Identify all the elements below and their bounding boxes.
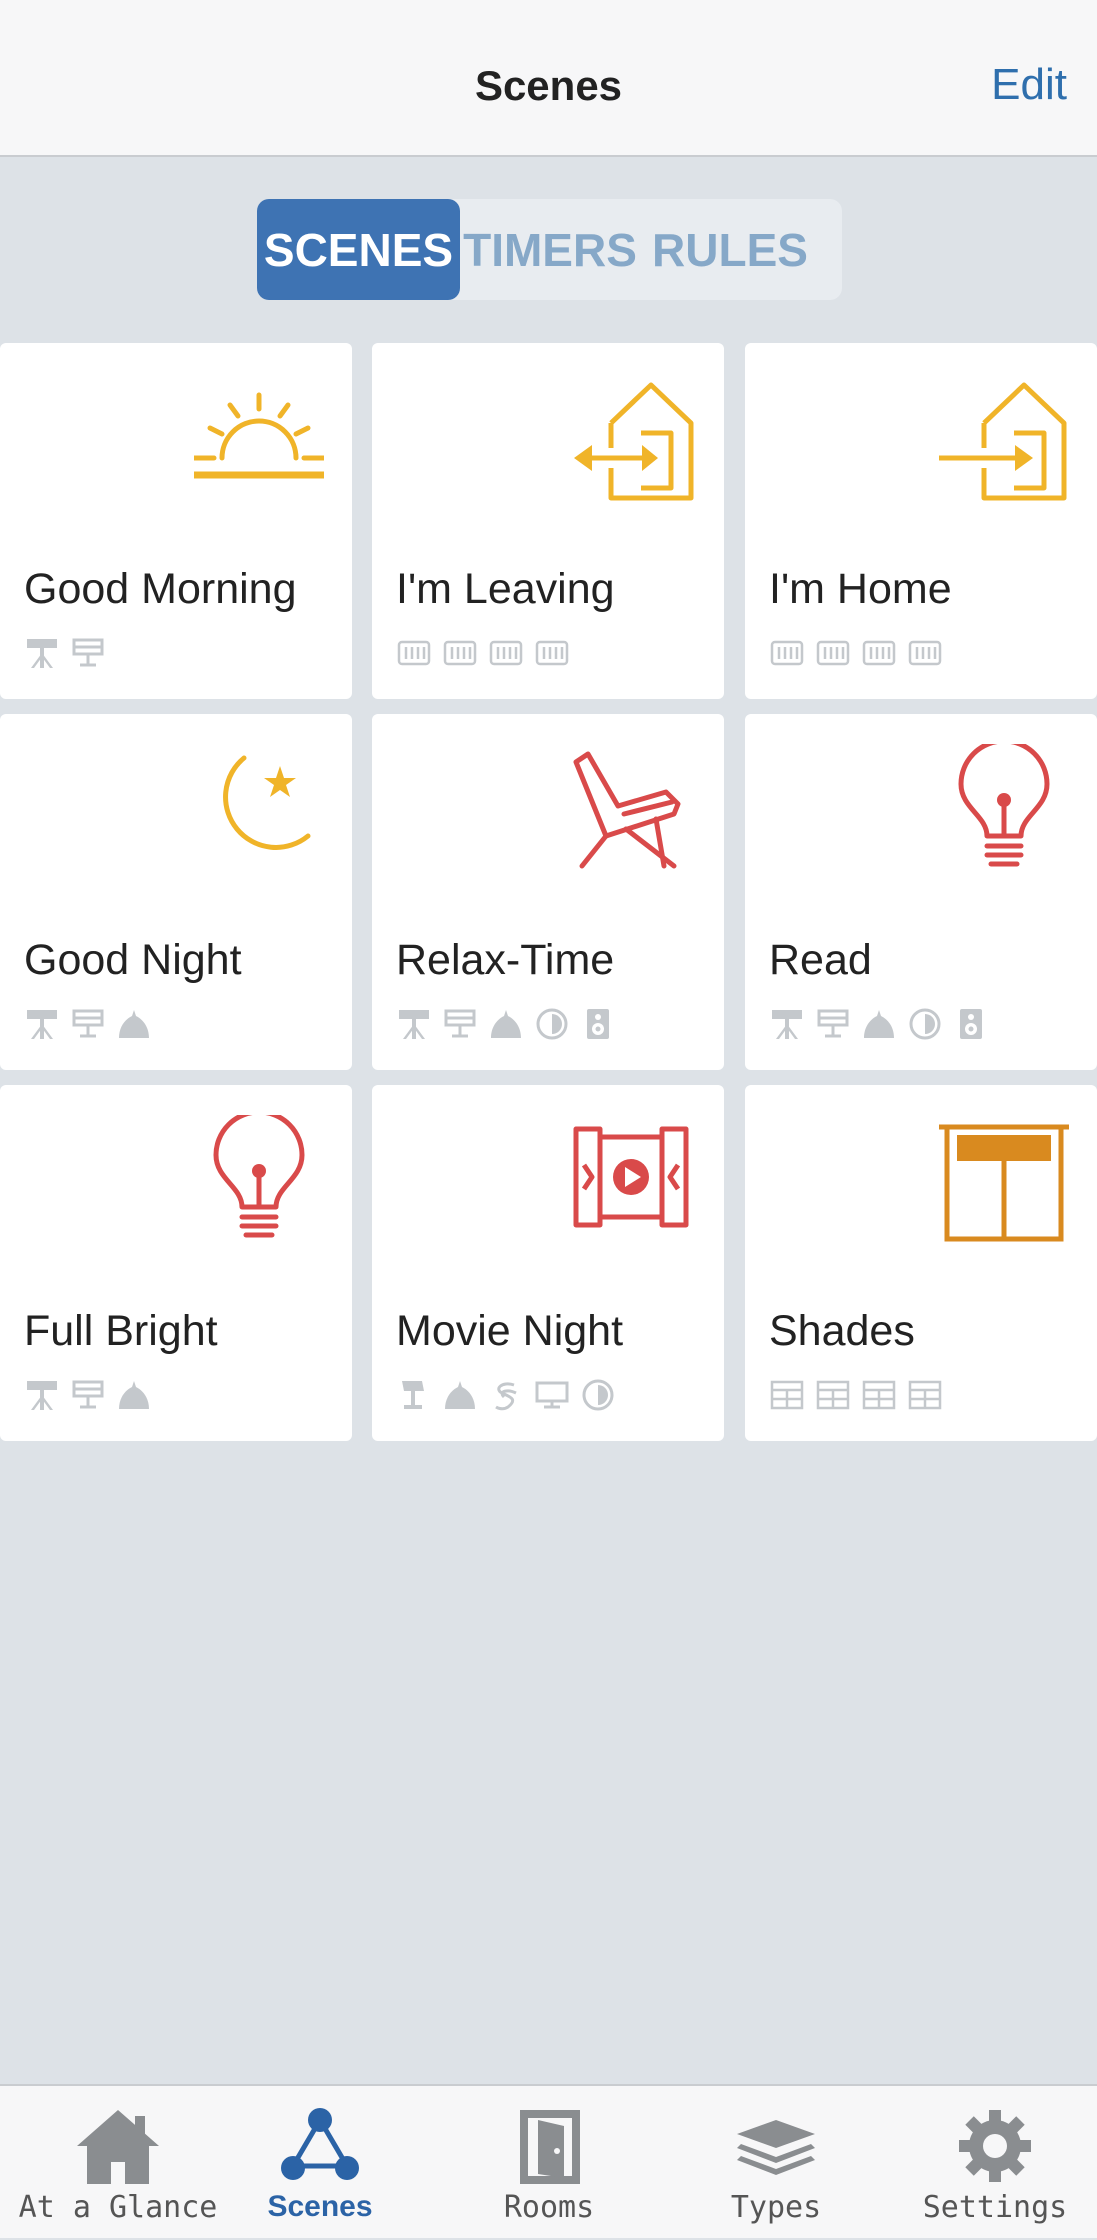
shade-icon	[908, 1380, 942, 1410]
dimmer-icon	[536, 1008, 568, 1040]
device-list	[24, 1004, 152, 1044]
dimmer-icon	[909, 1008, 941, 1040]
device-list	[24, 633, 106, 673]
device-list	[769, 1004, 989, 1044]
device-list	[769, 1375, 943, 1415]
floor-lamp-icon	[772, 1010, 802, 1039]
radiator-icon	[443, 640, 477, 666]
tab-settings[interactable]: Settings	[895, 2086, 1095, 2240]
scene-card-movie-night[interactable]: Movie Night	[372, 1085, 724, 1441]
radiator-icon	[908, 640, 942, 666]
segmented-control: SCENES TIMERS RULES	[257, 199, 842, 300]
radiator-icon	[535, 640, 569, 666]
tab-bar: At a Glance Scenes Rooms Types Settings	[0, 2084, 1097, 2238]
tab-timers[interactable]: TIMERS	[460, 199, 640, 300]
radiator-icon	[489, 640, 523, 666]
house-icon	[77, 2110, 159, 2184]
tab-label: Settings	[922, 2190, 1068, 2225]
table-lamp-icon	[402, 1381, 424, 1409]
scene-card-shades[interactable]: Shades	[745, 1085, 1097, 1441]
pendant-lamp-icon	[491, 1010, 521, 1038]
scene-card-good-night[interactable]: Good Night	[0, 714, 352, 1070]
device-list	[396, 1375, 616, 1415]
tab-label: Types	[730, 2190, 822, 2225]
fan-icon	[495, 1382, 517, 1411]
ceiling-light-icon	[72, 1009, 104, 1038]
house-exit-icon	[574, 382, 694, 501]
ceiling-light-icon	[72, 638, 104, 667]
shade-icon	[862, 1380, 896, 1410]
light-bulb-icon	[213, 1115, 305, 1238]
lounge-chair-icon	[573, 751, 681, 869]
tab-scenes-nav[interactable]: Scenes	[220, 2086, 420, 2240]
device-list	[396, 633, 570, 673]
ceiling-light-icon	[72, 1380, 104, 1409]
scene-card-good-morning[interactable]: Good Morning	[0, 343, 352, 699]
tab-types[interactable]: Types	[676, 2086, 876, 2240]
scene-name: Good Night	[24, 936, 242, 984]
scene-card-im-home[interactable]: I'm Home	[745, 343, 1097, 699]
shade-icon	[816, 1380, 850, 1410]
door-icon	[520, 2110, 580, 2184]
scene-card-full-bright[interactable]: Full Bright	[0, 1085, 352, 1441]
tab-rules[interactable]: RULES	[640, 199, 820, 300]
tab-at-a-glance[interactable]: At a Glance	[18, 2086, 218, 2240]
tab-label: Scenes	[267, 2190, 373, 2223]
tv-icon	[535, 1381, 569, 1409]
dimmer-icon	[582, 1379, 614, 1411]
radiator-icon	[770, 640, 804, 666]
scene-name: I'm Leaving	[396, 565, 615, 613]
ceiling-light-icon	[444, 1009, 476, 1038]
speaker-icon	[587, 1009, 609, 1039]
scene-name: I'm Home	[769, 565, 952, 613]
pendant-lamp-icon	[119, 1010, 149, 1038]
radiator-icon	[397, 640, 431, 666]
pendant-lamp-icon	[119, 1381, 149, 1409]
radiator-icon	[862, 640, 896, 666]
floor-lamp-icon	[27, 639, 57, 668]
floor-lamp-icon	[27, 1381, 57, 1410]
tab-label: Rooms	[503, 2190, 595, 2225]
device-list	[396, 1004, 616, 1044]
device-list	[769, 633, 943, 673]
tab-label: At a Glance	[18, 2190, 218, 2225]
scene-name: Relax-Time	[396, 936, 615, 984]
gear-icon	[959, 2110, 1031, 2182]
house-enter-icon	[939, 382, 1067, 501]
scene-card-read[interactable]: Read	[745, 714, 1097, 1070]
scene-name: Read	[769, 936, 872, 984]
floor-lamp-icon	[27, 1010, 57, 1039]
ceiling-light-icon	[817, 1009, 849, 1038]
scene-name: Movie Night	[396, 1307, 624, 1355]
layers-icon	[737, 2120, 815, 2175]
window-shade-icon	[939, 1124, 1069, 1242]
tab-scenes[interactable]: SCENES	[257, 199, 460, 300]
edit-button[interactable]: Edit	[991, 60, 1067, 110]
pendant-lamp-icon	[864, 1010, 894, 1038]
speaker-icon	[960, 1009, 982, 1039]
scene-name: Good Morning	[24, 565, 297, 613]
scene-card-im-leaving[interactable]: I'm Leaving	[372, 343, 724, 699]
page-title: Scenes	[474, 62, 623, 109]
device-list	[24, 1375, 152, 1415]
floor-lamp-icon	[399, 1010, 429, 1039]
scene-name: Shades	[769, 1307, 915, 1355]
sunrise-icon	[194, 392, 324, 479]
scenes-icon	[281, 2108, 359, 2180]
nav-bar: Scenes Edit	[0, 0, 1097, 157]
shade-icon	[770, 1380, 804, 1410]
radiator-icon	[816, 640, 850, 666]
tab-rooms[interactable]: Rooms	[449, 2086, 649, 2240]
scene-card-relax-time[interactable]: Relax-Time	[372, 714, 724, 1070]
moon-star-icon	[223, 755, 311, 850]
scene-name: Full Bright	[24, 1307, 218, 1355]
pendant-lamp-icon	[445, 1381, 475, 1409]
light-bulb-icon	[958, 744, 1050, 867]
movie-screen-icon	[573, 1126, 689, 1228]
